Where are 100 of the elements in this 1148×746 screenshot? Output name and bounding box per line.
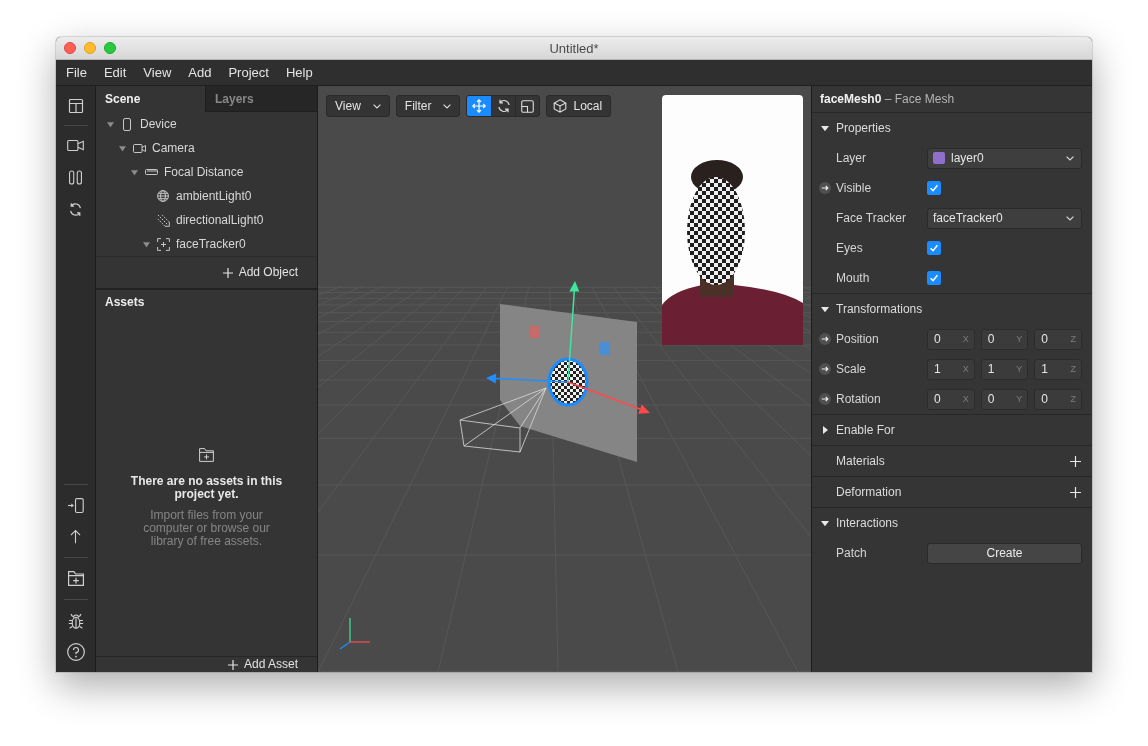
number-field[interactable]: 1 X [927, 358, 975, 380]
axis-label: Z [1070, 334, 1076, 344]
menu-item[interactable]: Project [228, 65, 269, 80]
arrow-phone-icon[interactable] [67, 498, 84, 513]
panel-title: Assets [105, 294, 145, 309]
section-toggle-icon[interactable] [821, 305, 829, 313]
chevron-down-icon [1066, 215, 1074, 221]
axis-label: X [962, 334, 969, 344]
close-button[interactable] [64, 42, 76, 54]
property-label: Position [836, 332, 879, 346]
arrow-circle-icon[interactable] [819, 363, 831, 375]
tree-item[interactable]: ambientLight0 [176, 189, 252, 203]
bug-icon[interactable] [67, 612, 84, 629]
property-label: Mouth [836, 271, 870, 285]
axis-label: X [962, 364, 969, 374]
arrow-circle-icon[interactable] [819, 393, 831, 405]
axis-indicator-icon [339, 617, 371, 650]
window-title: Untitled* [549, 40, 599, 56]
section-title[interactable]: Enable For [836, 423, 895, 437]
add-asset-button[interactable]: Add Asset [227, 658, 298, 671]
plus-icon [222, 267, 233, 278]
property-label: Eyes [836, 241, 863, 255]
up-arrow-icon[interactable] [70, 529, 81, 544]
inspector-title: faceMesh0 – Face Mesh [820, 92, 955, 106]
video-camera-icon[interactable] [67, 138, 84, 152]
globe-icon [157, 190, 169, 202]
square-marker-icon [599, 342, 610, 355]
empty-state-title: There are no assets in this project yet. [129, 475, 284, 501]
help-icon[interactable] [66, 642, 85, 661]
tree-item[interactable]: Camera [152, 141, 195, 155]
folder-plus-icon [199, 448, 214, 462]
axis-label: Z [1070, 394, 1076, 404]
number-field[interactable]: 0 X [927, 328, 975, 350]
number-field[interactable]: 0 Z [1034, 328, 1082, 350]
add-icon[interactable] [1070, 455, 1081, 467]
cube-icon [553, 99, 568, 113]
section-title[interactable]: Interactions [836, 516, 899, 530]
create-button[interactable]: Create [927, 542, 1082, 564]
empty-state-text: Import files from your computer or browse our library of free assets. [142, 509, 271, 548]
section-toggle-icon[interactable] [821, 124, 829, 132]
plus-icon [227, 659, 238, 670]
expand-triangle-icon[interactable] [118, 144, 126, 152]
move-tool-button[interactable] [467, 96, 492, 116]
property-label: Patch [836, 546, 867, 560]
video-camera-icon [132, 143, 146, 153]
tree-item[interactable]: Device [140, 117, 177, 131]
arrow-circle-icon[interactable] [819, 182, 831, 194]
local-space-button[interactable]: Local [546, 95, 612, 117]
select-field[interactable]: faceTracker0 [927, 207, 1082, 229]
add-icon[interactable] [1070, 486, 1081, 498]
chevron-down-icon [443, 103, 452, 109]
expand-triangle-icon[interactable] [142, 240, 150, 248]
menu-item[interactable]: Help [285, 65, 313, 80]
diagonal-arrows-icon [156, 213, 170, 227]
checkbox[interactable] [927, 271, 941, 285]
chevron-down-icon [372, 103, 381, 109]
move-gizmo[interactable] [486, 281, 650, 414]
checkbox[interactable] [927, 181, 941, 195]
property-label: Face Tracker [836, 211, 907, 225]
section-toggle-icon[interactable] [821, 519, 829, 527]
menu-item[interactable]: Edit [103, 65, 127, 80]
tree-item[interactable]: directionalLight0 [176, 213, 264, 227]
refresh-icon[interactable] [68, 201, 83, 217]
toolbar-dropdown[interactable]: Filter [395, 95, 461, 117]
chevron-down-icon [1066, 155, 1074, 161]
menu-item[interactable]: View [143, 65, 172, 80]
number-field[interactable]: 1 Z [1034, 358, 1082, 380]
face-mesh [547, 357, 589, 407]
menu-item[interactable]: Add [188, 65, 212, 80]
scale-square-icon [521, 99, 535, 113]
axis-label: Z [1070, 364, 1076, 374]
rotate-arrows-icon [496, 99, 511, 113]
expand-triangle-icon[interactable] [106, 120, 114, 128]
checkbox[interactable] [927, 241, 941, 255]
section-title[interactable]: Transformations [836, 302, 923, 316]
ruler-icon [144, 169, 158, 175]
section-toggle-icon[interactable] [821, 426, 829, 434]
add-object-button[interactable]: Add Object [222, 266, 298, 279]
folder-plus-icon[interactable] [67, 571, 84, 586]
property-label: Visible [836, 181, 872, 195]
tree-item[interactable]: Focal Distance [164, 165, 244, 179]
number-field[interactable]: 0 X [927, 388, 975, 410]
number-field[interactable]: 0 Z [1034, 388, 1082, 410]
toolbar-dropdown[interactable]: View [326, 95, 390, 117]
tree-item[interactable]: faceTracker0 [176, 237, 246, 251]
section-title[interactable]: Properties [836, 121, 891, 135]
tab[interactable]: Layers [205, 86, 317, 112]
section-title: Materials [836, 454, 885, 468]
layout-icon[interactable] [67, 98, 84, 114]
square-marker-icon [530, 326, 539, 338]
double-bar-icon[interactable] [69, 169, 82, 185]
expand-triangle-icon[interactable] [130, 168, 138, 176]
section-title: Deformation [836, 485, 902, 499]
select-field[interactable]: layer0 [927, 147, 1082, 169]
move-arrows-icon [472, 99, 487, 113]
property-label: Layer [836, 151, 867, 165]
phone-icon [123, 117, 131, 131]
axis-label: X [962, 394, 969, 404]
menu-item[interactable]: File [66, 65, 87, 80]
arrow-circle-icon[interactable] [819, 333, 831, 345]
